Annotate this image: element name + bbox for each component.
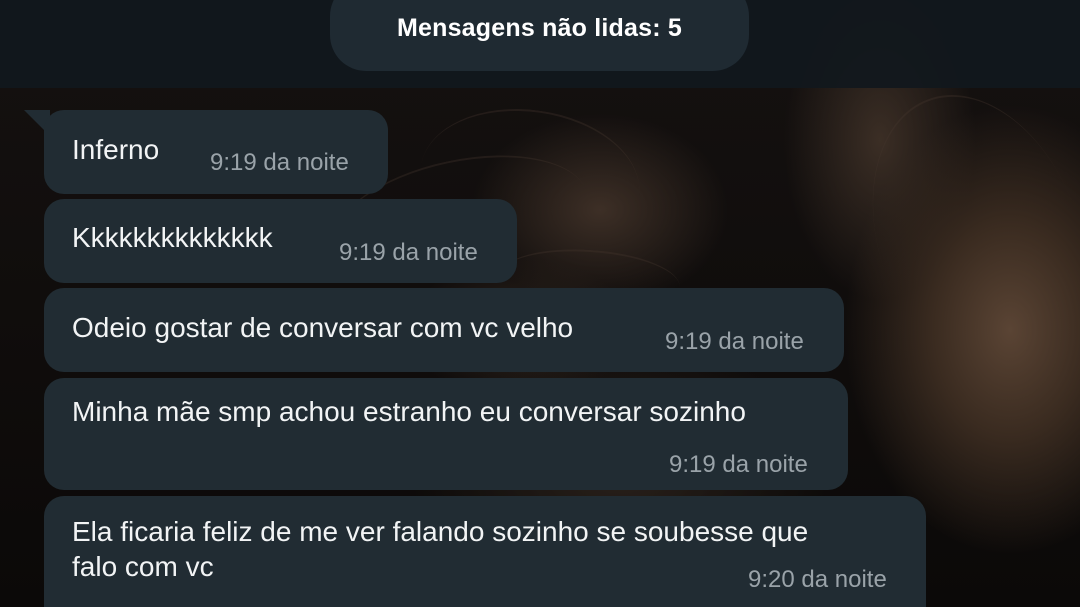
message-text-line-2: falo com vc — [72, 551, 214, 582]
message-text-line-1: Ela ficaria feliz de me ver falando sozi… — [72, 516, 809, 547]
message-time: 9:19 da noite — [669, 451, 808, 478]
message-bubble[interactable]: Minha mãe smp achou estranho eu conversa… — [44, 378, 848, 490]
message-time: 9:19 da noite — [339, 239, 478, 266]
message-bubble[interactable]: Inferno 9:19 da noite — [44, 110, 388, 194]
message-bubble[interactable]: Kkkkkkkkkkkkkk 9:19 da noite — [44, 199, 517, 283]
message-time: 9:19 da noite — [210, 149, 349, 176]
message-text: Inferno — [72, 134, 160, 165]
message-text: Odeio gostar de conversar com vc velho — [72, 312, 574, 343]
message-bubble[interactable]: Ela ficaria feliz de me ver falando sozi… — [44, 496, 926, 607]
unread-messages-label: Mensagens não lidas: 5 — [396, 14, 683, 42]
message-bubble[interactable]: Odeio gostar de conversar com vc velho 9… — [44, 288, 844, 372]
message-text: Minha mãe smp achou estranho eu conversa… — [72, 396, 746, 427]
message-time: 9:20 da noite — [748, 566, 887, 593]
unread-messages-badge: Mensagens não lidas: 5 — [330, 0, 749, 71]
message-time: 9:19 da noite — [665, 328, 804, 355]
message-text: Kkkkkkkkkkkkkk — [72, 222, 273, 253]
